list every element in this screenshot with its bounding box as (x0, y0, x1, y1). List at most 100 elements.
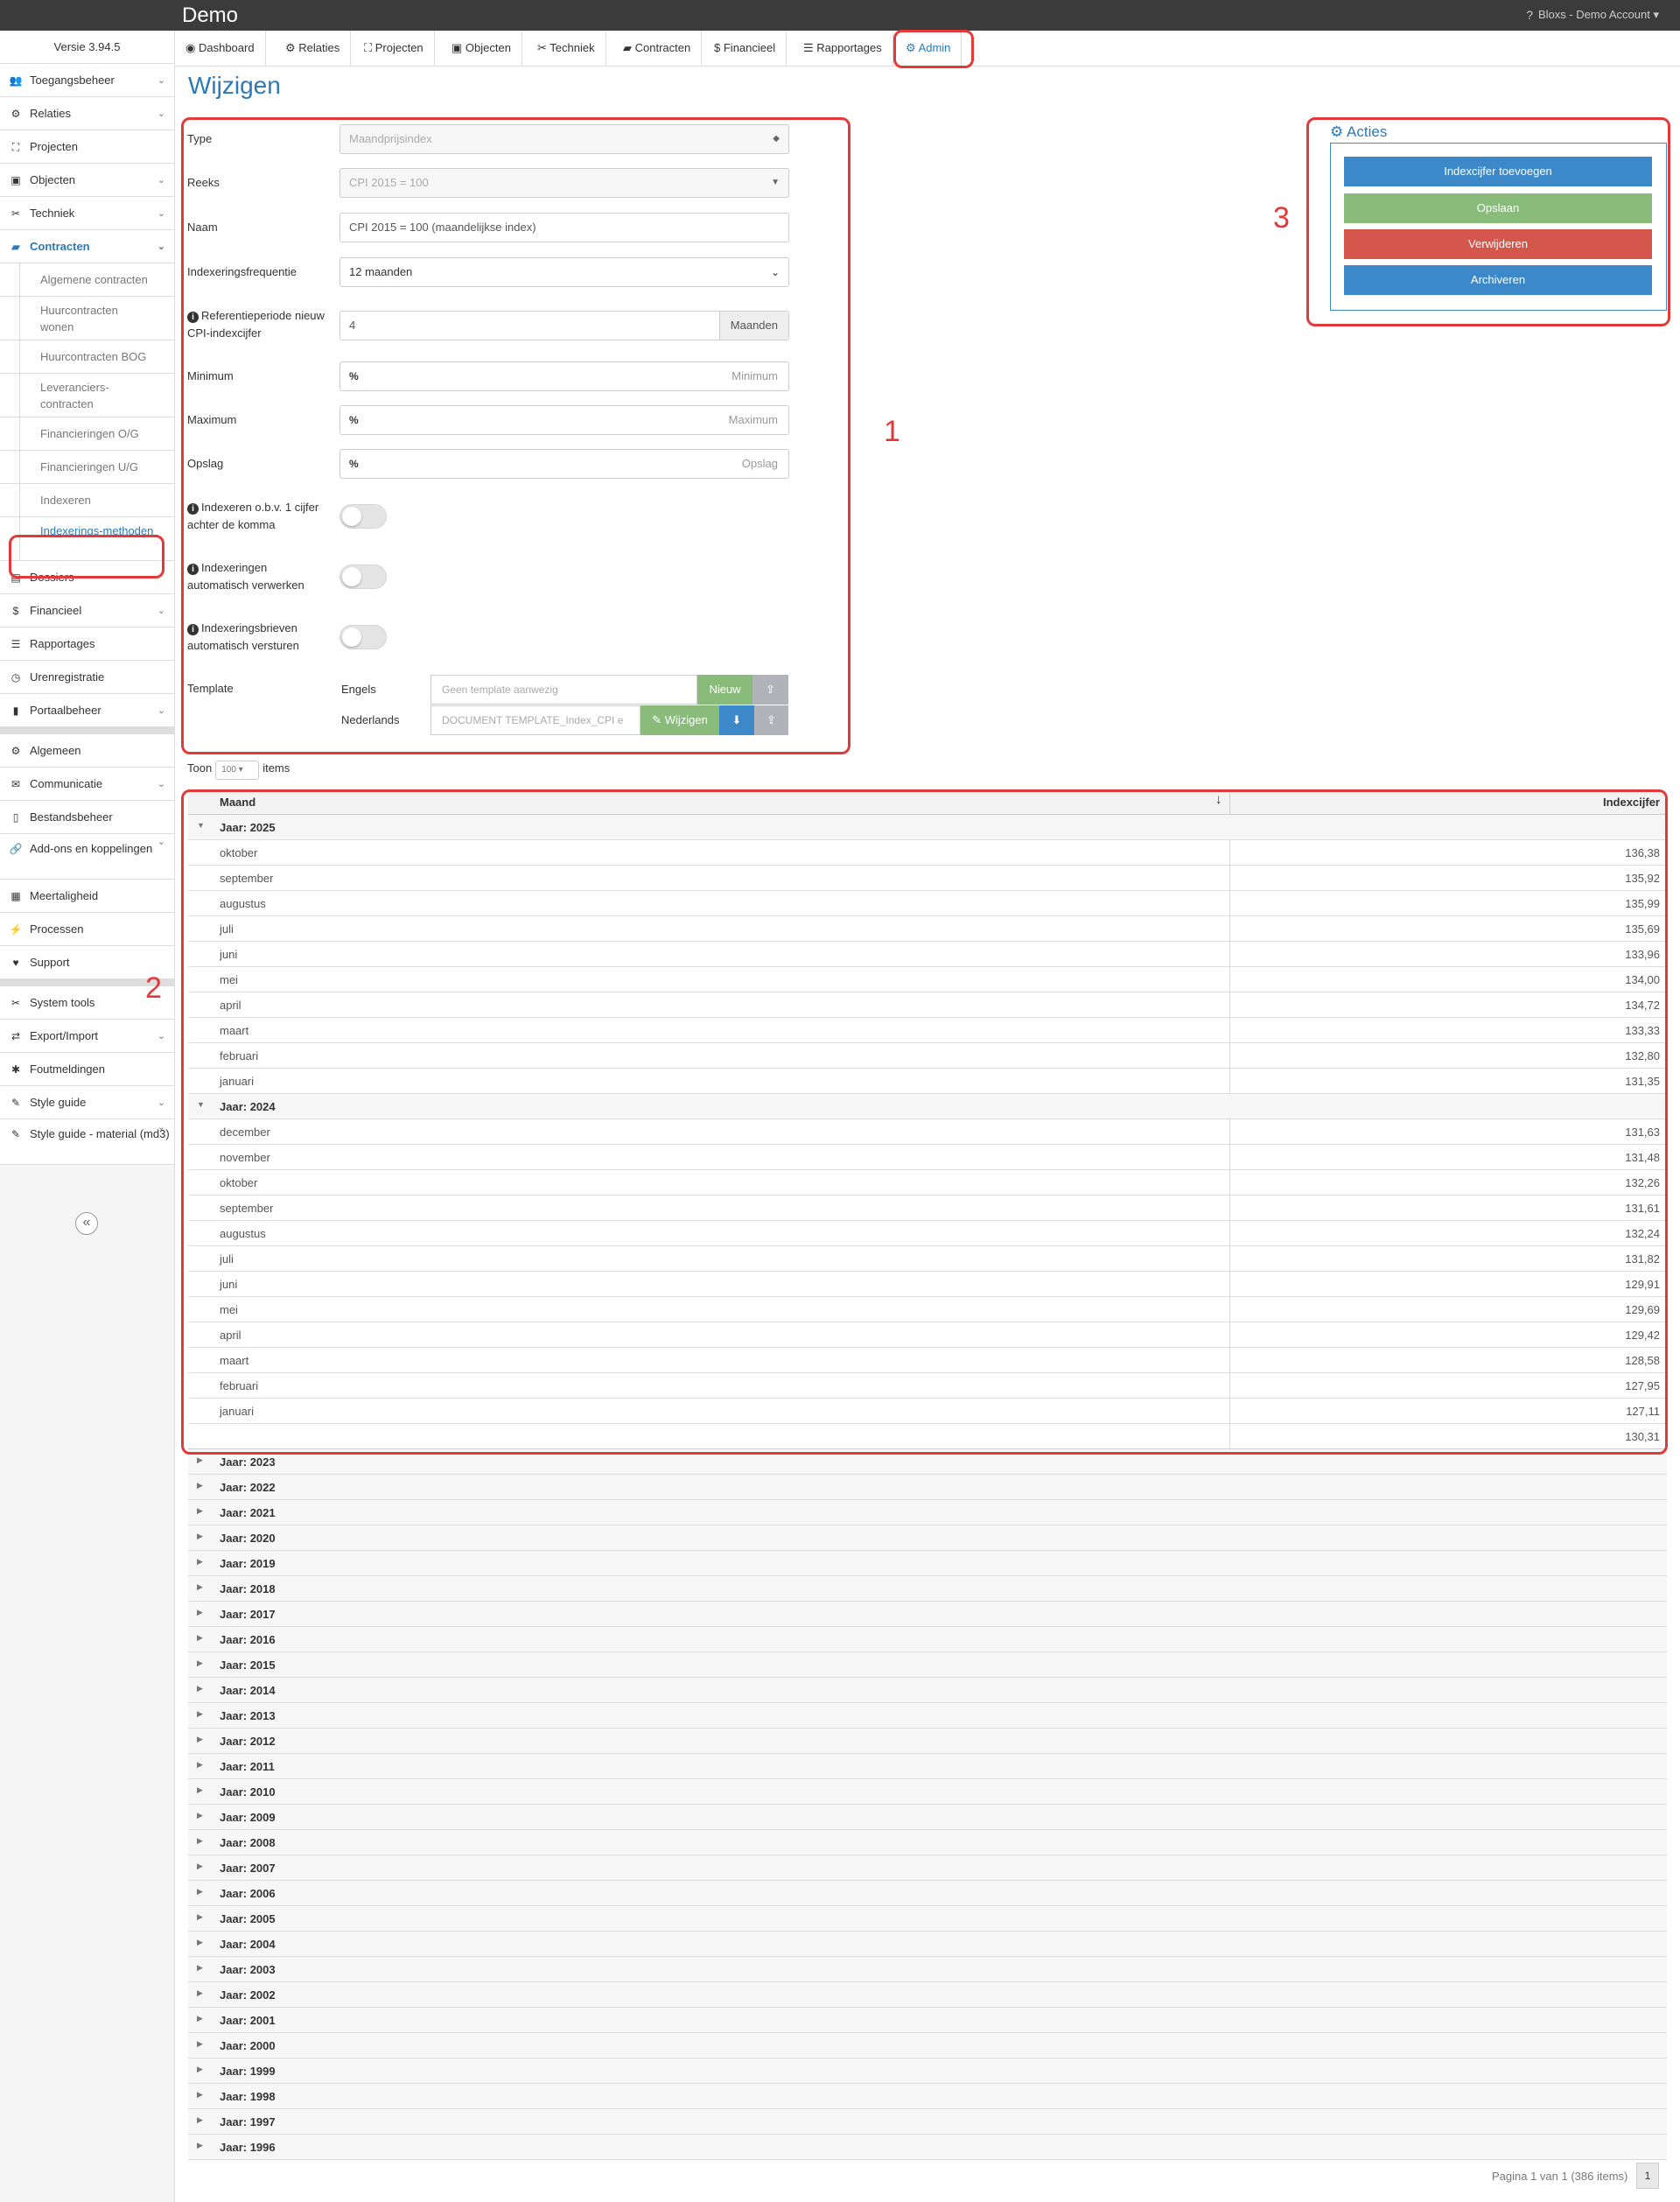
toggle-one-decimal[interactable] (340, 504, 387, 529)
info-icon[interactable]: i (187, 503, 199, 515)
sidebar-item[interactable]: ▮ Portaalbeheer ⌄ (0, 694, 174, 727)
sidebar-subitem[interactable]: Algemene contracten (0, 263, 174, 297)
sidebar-subitem[interactable]: Huurcontracten BOG (0, 340, 174, 374)
table-row[interactable]: mei 134,00 (188, 967, 1667, 992)
table-row[interactable]: oktober 136,38 (188, 840, 1667, 866)
type-select[interactable]: Maandprijsindex ◆ (340, 124, 789, 154)
group-row[interactable]: ▶ Jaar: 2012 (188, 1729, 1667, 1754)
app-brand[interactable]: Demo (182, 4, 238, 28)
group-row[interactable]: ▶ Jaar: 2023 (188, 1449, 1667, 1475)
table-row[interactable]: oktober 132,26 (188, 1170, 1667, 1196)
table-row[interactable]: februari 127,95 (188, 1373, 1667, 1399)
dutch-template-input[interactable]: DOCUMENT TEMPLATE_Index_CPI e (430, 705, 640, 735)
sidebar-item[interactable]: ⛶ Projecten (0, 130, 174, 164)
toggle-auto-process[interactable] (340, 565, 387, 589)
group-row[interactable]: ▶ Jaar: 2009 (188, 1805, 1667, 1830)
group-row[interactable]: ▶ Jaar: 2000 (188, 2033, 1667, 2058)
group-row[interactable]: ▶ Jaar: 2022 (188, 1475, 1667, 1500)
group-row[interactable]: ▶ Jaar: 2003 (188, 1957, 1667, 1982)
sidebar-item[interactable]: ✎ Style guide ⌄ (0, 1086, 174, 1119)
group-row[interactable]: ▶ Jaar: 2017 (188, 1602, 1667, 1627)
sidebar-item[interactable]: ☰ Rapportages (0, 628, 174, 661)
sidebar-item[interactable]: ✱ Foutmeldingen (0, 1053, 174, 1086)
add-index-button[interactable]: Indexcijfer toevoegen (1344, 157, 1652, 186)
sidebar-item[interactable]: $ Financieel ⌄ (0, 594, 174, 628)
group-row[interactable]: ▶ Jaar: 2020 (188, 1525, 1667, 1551)
sidebar-item[interactable]: ▣ Objecten ⌄ (0, 164, 174, 197)
group-row[interactable]: ▶ Jaar: 1996 (188, 2135, 1667, 2160)
table-row[interactable]: mei 129,69 (188, 1297, 1667, 1322)
english-template-input[interactable]: Geen template aanwezig (430, 675, 697, 705)
page-size-select[interactable]: 100 ▾ (215, 761, 260, 780)
wijzigen-button[interactable]: ✎ Wijzigen (640, 705, 719, 735)
sidebar-item[interactable]: ⚡ Processen (0, 913, 174, 946)
table-row[interactable]: augustus 135,99 (188, 891, 1667, 916)
table-row[interactable]: januari 127,11 (188, 1399, 1667, 1424)
sidebar-item[interactable]: ▤ Dossiers (0, 561, 174, 594)
group-row[interactable]: ▶ Jaar: 1998 (188, 2084, 1667, 2109)
group-row[interactable]: ▶ Jaar: 2010 (188, 1779, 1667, 1805)
tab[interactable]: ⚙ Admin (895, 31, 962, 66)
table-row[interactable]: januari 131,35 (188, 1069, 1667, 1094)
sidebar-item[interactable]: ▰ Contracten ⌄ (0, 230, 174, 263)
toggle-auto-letters[interactable] (340, 625, 387, 649)
archive-button[interactable]: Archiveren (1344, 265, 1652, 295)
group-row[interactable]: ▶ Jaar: 2007 (188, 1855, 1667, 1881)
sidebar-item[interactable]: ▯ Bestandsbeheer (0, 801, 174, 834)
group-row[interactable]: ▶ Jaar: 2011 (188, 1754, 1667, 1779)
tab[interactable]: ⛶ Projecten (354, 31, 435, 66)
collapse-sidebar-icon[interactable]: « (75, 1212, 98, 1235)
table-row[interactable]: juli 135,69 (188, 916, 1667, 942)
download-icon[interactable]: ⬇ (719, 705, 754, 735)
delete-button[interactable]: Verwijderen (1344, 229, 1652, 259)
tab[interactable]: ✂ Techniek (527, 31, 606, 66)
group-row[interactable]: ▶ Jaar: 2004 (188, 1932, 1667, 1957)
pager-page-button[interactable]: 1 (1636, 2163, 1659, 2189)
group-row[interactable]: ▶ Jaar: 2013 (188, 1703, 1667, 1729)
tab[interactable]: ☰ Rapportages (793, 31, 893, 66)
sidebar-item[interactable]: ✉ Communicatie ⌄ (0, 768, 174, 801)
group-row[interactable]: ▶ Jaar: 2015 (188, 1652, 1667, 1678)
table-row[interactable]: december 131,63 (188, 1119, 1667, 1145)
upload-icon[interactable]: ⇪ (754, 705, 788, 735)
sidebar-item[interactable]: 🔗 Add-ons en koppelingen ⌄ (0, 834, 174, 880)
minimum-input[interactable]: % Minimum (340, 361, 789, 391)
sidebar-item[interactable]: 👥 Toegangsbeheer ⌄ (0, 64, 174, 97)
table-row[interactable]: augustus 132,24 (188, 1221, 1667, 1246)
frequency-select[interactable]: 12 maanden ⌄ (340, 257, 789, 287)
help-icon[interactable]: ? (1526, 8, 1533, 22)
table-row[interactable]: november 131,48 (188, 1145, 1667, 1170)
sidebar-item[interactable]: ◷ Urenregistratie (0, 661, 174, 694)
table-row[interactable]: februari 132,80 (188, 1043, 1667, 1069)
table-row[interactable]: juli 131,82 (188, 1246, 1667, 1272)
group-row[interactable]: ▶ Jaar: 2002 (188, 1982, 1667, 2008)
sidebar-item[interactable]: ⇄ Export/Import ⌄ (0, 1020, 174, 1053)
group-row[interactable]: ▶ Jaar: 2021 (188, 1500, 1667, 1525)
table-row[interactable]: september 135,92 (188, 866, 1667, 891)
sidebar-item[interactable]: ⚙ Algemeen (0, 734, 174, 768)
opslag-input[interactable]: % Opslag (340, 449, 789, 479)
table-row[interactable]: juni 129,91 (188, 1272, 1667, 1297)
info-icon[interactable]: i (187, 312, 199, 323)
group-row[interactable]: ▶ Jaar: 2005 (188, 1906, 1667, 1932)
maximum-input[interactable]: % Maximum (340, 405, 789, 435)
group-row[interactable]: ▶ Jaar: 2016 (188, 1627, 1667, 1652)
group-row[interactable]: ▼ Jaar: 2024 (188, 1094, 1667, 1119)
save-button[interactable]: Opslaan (1344, 193, 1652, 223)
nieuw-button[interactable]: Nieuw (697, 675, 752, 705)
reeks-select[interactable]: CPI 2015 = 100 ▼ (340, 168, 789, 198)
sidebar-item[interactable]: ⚙ Relaties ⌄ (0, 97, 174, 130)
table-row[interactable]: juni 133,96 (188, 942, 1667, 967)
table-row[interactable]: april 134,72 (188, 992, 1667, 1018)
table-row[interactable]: maart 133,33 (188, 1018, 1667, 1043)
group-row[interactable]: ▶ Jaar: 2014 (188, 1678, 1667, 1703)
sidebar-subitem[interactable]: Financieringen U/G (0, 451, 174, 484)
tab[interactable]: $ Financieel (704, 31, 788, 66)
sidebar-item[interactable]: ✎ Style guide - material (md3) ⌄ (0, 1119, 174, 1165)
group-row[interactable]: ▶ Jaar: 2001 (188, 2008, 1667, 2033)
sidebar-item[interactable]: ▦ Meertaligheid (0, 880, 174, 913)
account-menu[interactable]: Bloxs - Demo Account ▾ (1538, 8, 1659, 22)
group-row[interactable]: ▶ Jaar: 1997 (188, 2109, 1667, 2135)
column-header-indexcijfer[interactable]: Indexcijfer (1603, 796, 1660, 809)
table-row[interactable]: september 131,61 (188, 1196, 1667, 1221)
